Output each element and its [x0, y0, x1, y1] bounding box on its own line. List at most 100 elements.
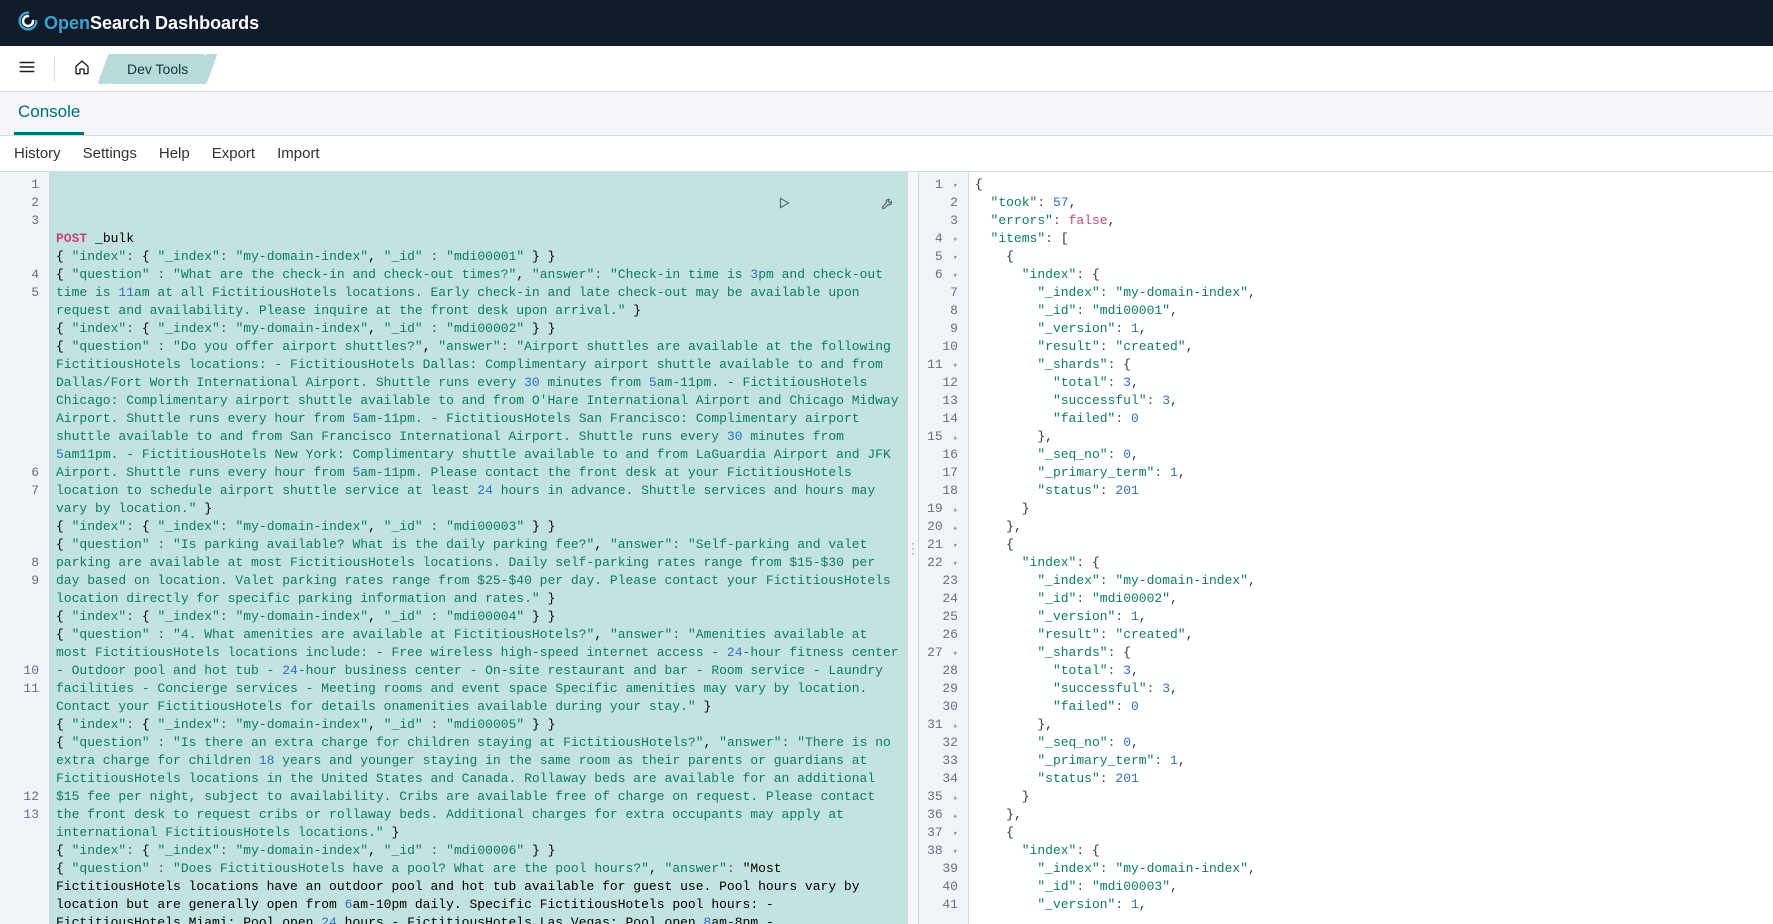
line-number: 22 ▾: [923, 554, 958, 572]
response-line: "items": [: [975, 230, 1767, 248]
line-number: 5 ▾: [923, 248, 958, 266]
response-gutter: 1 ▾234 ▾5 ▾6 ▾7891011 ▾12131415 ▴1617181…: [919, 172, 969, 924]
line-number: 17: [923, 464, 958, 482]
line-number: 15 ▴: [923, 428, 958, 446]
line-number: 1 ▾: [923, 176, 958, 194]
editor-area: 12345678910111213 POST _bulk{ "index": {…: [0, 172, 1773, 924]
request-line[interactable]: { "index": { "_index": "my-domain-index"…: [56, 248, 901, 266]
request-editor[interactable]: POST _bulk{ "index": { "_index": "my-dom…: [50, 172, 907, 924]
line-number: 31 ▴: [923, 716, 958, 734]
line-number: 8: [923, 302, 958, 320]
brand-open: Open: [44, 13, 90, 33]
response-line: },: [975, 716, 1767, 734]
line-number: 13: [4, 806, 39, 914]
response-line: {: [975, 536, 1767, 554]
request-line[interactable]: { "question" : "Is there an extra charge…: [56, 734, 901, 842]
toolbar-settings[interactable]: Settings: [83, 145, 137, 162]
response-line: "_primary_term": 1,: [975, 752, 1767, 770]
line-number: 40: [923, 878, 958, 896]
request-line[interactable]: { "index": { "_index": "my-domain-index"…: [56, 320, 901, 338]
request-line[interactable]: { "question" : "Do you offer airport shu…: [56, 338, 901, 518]
response-line: {: [975, 248, 1767, 266]
line-number: 3: [923, 212, 958, 230]
request-line[interactable]: { "question" : "What are the check-in an…: [56, 266, 901, 320]
response-line: "_seq_no": 0,: [975, 446, 1767, 464]
home-icon: [74, 59, 90, 78]
line-number: 19 ▴: [923, 500, 958, 518]
response-pane: 1 ▾234 ▾5 ▾6 ▾7891011 ▾12131415 ▴1617181…: [919, 172, 1773, 924]
response-line: "_index": "my-domain-index",: [975, 284, 1767, 302]
response-line: }: [975, 788, 1767, 806]
request-line[interactable]: { "question" : "Is parking available? Wh…: [56, 536, 901, 608]
response-line: },: [975, 518, 1767, 536]
brand-logo[interactable]: OpenSearch Dashboards: [18, 11, 259, 36]
chrome-bar: Dev Tools: [0, 46, 1773, 92]
response-line: {: [975, 176, 1767, 194]
toolbar-import[interactable]: Import: [277, 145, 320, 162]
response-line: "took": 57,: [975, 194, 1767, 212]
line-number: 18: [923, 482, 958, 500]
line-number: 16: [923, 446, 958, 464]
response-viewer[interactable]: { "took": 57, "errors": false, "items": …: [969, 172, 1773, 924]
response-line: "status": 201: [975, 770, 1767, 788]
response-line: }: [975, 500, 1767, 518]
request-line[interactable]: { "index": { "_index": "my-domain-index"…: [56, 842, 901, 860]
line-number: 33: [923, 752, 958, 770]
request-line[interactable]: { "index": { "_index": "my-domain-index"…: [56, 608, 901, 626]
line-number: 2: [4, 194, 39, 212]
request-pane: 12345678910111213 POST _bulk{ "index": {…: [0, 172, 907, 924]
line-number: 34: [923, 770, 958, 788]
line-number: 12: [4, 788, 39, 806]
hamburger-icon: [18, 58, 36, 79]
line-number: 24: [923, 590, 958, 608]
brand-swirl-icon: [18, 11, 38, 36]
line-number: 9: [4, 572, 39, 662]
home-button[interactable]: [65, 52, 99, 86]
line-number: 28: [923, 662, 958, 680]
menu-button[interactable]: [10, 52, 44, 86]
pane-splitter[interactable]: ⋮: [907, 172, 919, 924]
toolbar-history[interactable]: History: [14, 145, 61, 162]
toolbar-export[interactable]: Export: [212, 145, 255, 162]
request-action-icons: [697, 176, 897, 236]
response-line: },: [975, 428, 1767, 446]
line-number: 10: [923, 338, 958, 356]
line-number: 32: [923, 734, 958, 752]
tab-console[interactable]: Console: [14, 92, 84, 135]
request-line[interactable]: { "question" : "4. What amenities are av…: [56, 626, 901, 716]
response-line: "status": 201: [975, 482, 1767, 500]
response-line: "_id": "mdi00002",: [975, 590, 1767, 608]
request-line[interactable]: { "index": { "_index": "my-domain-index"…: [56, 518, 901, 536]
line-number: 35 ▴: [923, 788, 958, 806]
line-number: 2: [923, 194, 958, 212]
line-number: 37 ▾: [923, 824, 958, 842]
line-number: 41: [923, 896, 958, 914]
response-line: "_version": 1,: [975, 896, 1767, 914]
toolbar-help[interactable]: Help: [159, 145, 190, 162]
line-number: 21 ▾: [923, 536, 958, 554]
response-line: "total": 3,: [975, 374, 1767, 392]
line-number: 38 ▾: [923, 842, 958, 860]
breadcrumb-devtools[interactable]: Dev Tools: [109, 54, 206, 84]
response-line: "_index": "my-domain-index",: [975, 572, 1767, 590]
request-line[interactable]: { "question" : "Does FictitiousHotels ha…: [56, 860, 901, 924]
response-line: "_version": 1,: [975, 608, 1767, 626]
line-number: 25: [923, 608, 958, 626]
response-line: "index": {: [975, 842, 1767, 860]
run-request-icon[interactable]: [697, 176, 793, 236]
response-line: "total": 3,: [975, 662, 1767, 680]
line-number: 7: [4, 482, 39, 554]
top-brand-bar: OpenSearch Dashboards: [0, 0, 1773, 46]
line-number: 11: [4, 680, 39, 788]
brand-rest: Search Dashboards: [90, 13, 259, 33]
line-number: 14: [923, 410, 958, 428]
line-number: 6: [4, 464, 39, 482]
response-line: "_shards": {: [975, 644, 1767, 662]
line-number: 9: [923, 320, 958, 338]
request-line[interactable]: { "index": { "_index": "my-domain-index"…: [56, 716, 901, 734]
response-line: {: [975, 824, 1767, 842]
tab-bar: Console: [0, 92, 1773, 136]
line-number: 7: [923, 284, 958, 302]
wrench-icon[interactable]: [801, 176, 897, 236]
line-number: 39: [923, 860, 958, 878]
